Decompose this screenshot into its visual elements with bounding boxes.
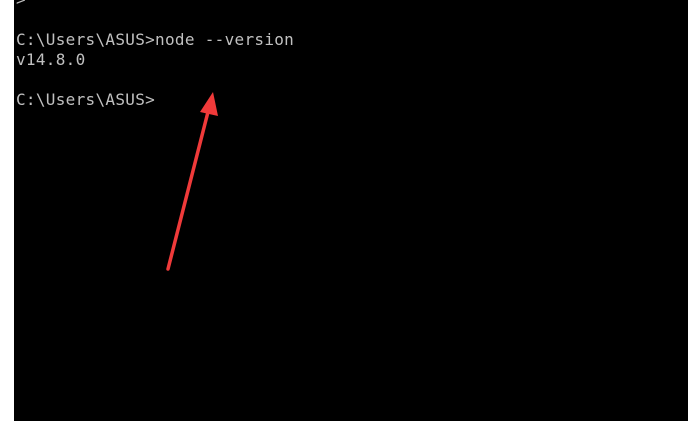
page: > C:\Users\ASUS>node --version v14.8.0 C… xyxy=(0,0,688,421)
output-line: v14.8.0 xyxy=(16,50,86,69)
command-prompt-window[interactable]: > C:\Users\ASUS>node --version v14.8.0 C… xyxy=(14,0,688,421)
previous-prompt-glyph: > xyxy=(16,0,26,10)
command-line[interactable]: C:\Users\ASUS>node --version xyxy=(16,30,294,50)
current-prompt-line[interactable]: C:\Users\ASUS> xyxy=(16,90,155,110)
